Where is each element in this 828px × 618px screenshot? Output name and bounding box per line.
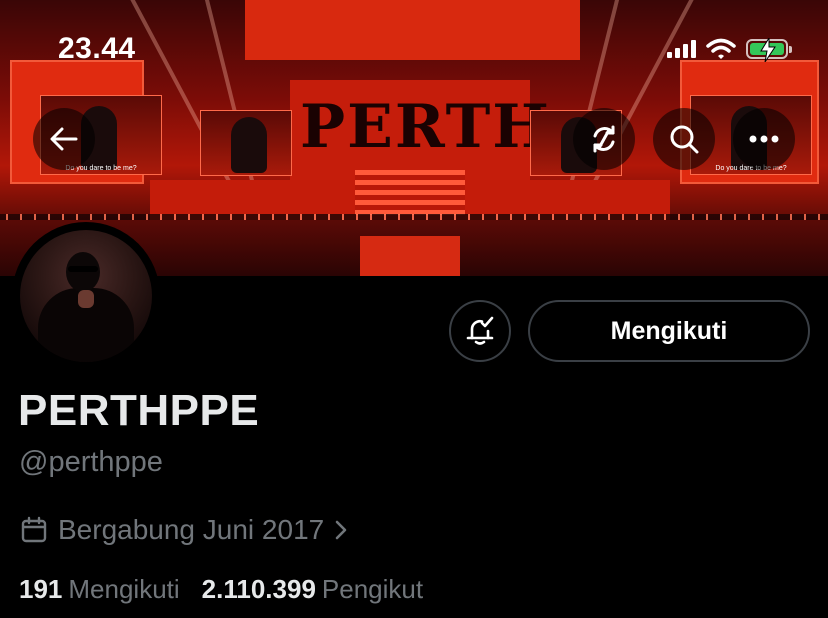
bell-check-icon <box>466 316 494 345</box>
join-date-text: Bergabung Juni 2017 <box>58 514 325 545</box>
translate-button[interactable] <box>573 108 635 170</box>
notifications-button[interactable] <box>449 300 511 362</box>
more-options-button[interactable] <box>733 108 795 170</box>
more-horizontal-icon <box>749 135 779 143</box>
followers-count: 2.110.399 <box>201 574 316 604</box>
wifi-icon <box>706 38 736 59</box>
stage-stairs <box>355 170 465 220</box>
follow-stats: 191 Mengikuti 2.110.399 Pengikut <box>19 574 423 605</box>
username-handle: @perthppe <box>19 446 163 478</box>
stage-logo-text: PERTH <box>300 92 551 162</box>
display-name: PERTHPPE <box>18 386 260 435</box>
search-icon <box>670 125 699 154</box>
stage-screen-top <box>245 0 580 60</box>
following-stat[interactable]: 191 Mengikuti <box>19 574 180 605</box>
followers-stat[interactable]: 2.110.399 Pengikut <box>202 574 423 605</box>
following-label: Mengikuti <box>68 574 180 604</box>
status-time: 23.44 <box>58 32 136 65</box>
followers-label: Pengikut <box>321 574 424 604</box>
circular-arrows-icon <box>593 125 615 153</box>
stage-video-screen <box>200 110 292 176</box>
battery-charging-icon <box>746 38 792 62</box>
arrow-left-icon <box>50 127 78 151</box>
cellular-signal-icon <box>667 40 696 58</box>
back-button[interactable] <box>33 108 95 170</box>
calendar-icon <box>21 516 47 543</box>
join-date-row[interactable]: Bergabung Juni 2017 <box>20 514 348 546</box>
following-button[interactable]: Mengikuti <box>528 300 810 362</box>
search-button[interactable] <box>653 108 715 170</box>
following-count: 191 <box>19 574 63 604</box>
avatar-photo <box>20 230 152 362</box>
status-icons <box>667 36 792 62</box>
chevron-right-icon <box>335 520 347 540</box>
stage-catwalk <box>360 236 460 276</box>
avatar[interactable] <box>12 222 160 370</box>
